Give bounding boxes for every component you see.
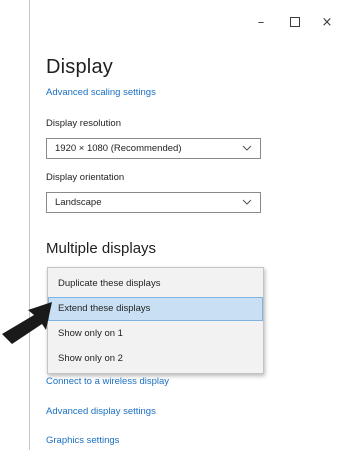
pointer-arrow-icon <box>2 302 52 344</box>
maximize-icon <box>290 16 300 27</box>
resolution-label: Display resolution <box>46 118 121 129</box>
multiple-displays-title: Multiple displays <box>46 240 157 257</box>
resolution-dropdown[interactable]: 1920 × 1080 (Recommended) <box>46 138 261 159</box>
menu-item-show-only-1[interactable]: Show only on 1 <box>48 322 263 346</box>
page-title: Display <box>46 56 113 78</box>
orientation-label: Display orientation <box>46 172 125 183</box>
advanced-display-link[interactable]: Advanced display settings <box>46 406 156 417</box>
menu-item-label: Show only on 2 <box>58 353 123 364</box>
close-button[interactable]: × <box>315 14 337 32</box>
minimize-icon: – <box>257 15 265 30</box>
menu-item-label: Show only on 1 <box>58 328 123 339</box>
chevron-down-icon <box>242 199 252 205</box>
close-icon: × <box>321 15 333 30</box>
orientation-dropdown[interactable]: Landscape <box>46 192 261 213</box>
graphics-settings-link[interactable]: Graphics settings <box>46 435 119 446</box>
multiple-displays-menu: Duplicate these displays Extend these di… <box>47 267 264 374</box>
wireless-display-link[interactable]: Connect to a wireless display <box>46 376 169 387</box>
advanced-scaling-link[interactable]: Advanced scaling settings <box>46 87 156 98</box>
orientation-value: Landscape <box>55 197 102 208</box>
minimize-button[interactable]: – <box>249 14 273 32</box>
menu-item-duplicate[interactable]: Duplicate these displays <box>48 272 263 296</box>
menu-item-extend[interactable]: Extend these displays <box>48 297 263 321</box>
maximize-button[interactable] <box>283 14 307 32</box>
chevron-down-icon <box>242 145 252 151</box>
menu-item-show-only-2[interactable]: Show only on 2 <box>48 347 263 371</box>
menu-item-label: Duplicate these displays <box>58 278 161 289</box>
title-bar: – × <box>30 0 337 44</box>
resolution-value: 1920 × 1080 (Recommended) <box>55 143 182 154</box>
menu-item-label: Extend these displays <box>58 303 151 314</box>
settings-window: – × Display Advanced scaling settings Di… <box>29 0 337 450</box>
